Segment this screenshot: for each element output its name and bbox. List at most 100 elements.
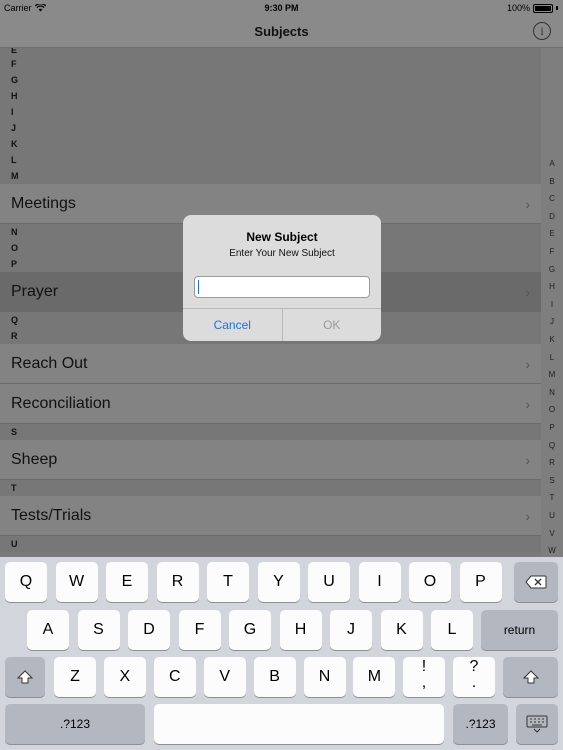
key-x[interactable]: X — [103, 657, 146, 697]
battery-icon — [533, 3, 553, 13]
section-header: U — [0, 536, 541, 552]
shift-icon — [522, 670, 539, 684]
return-key[interactable]: return — [481, 610, 558, 650]
key-h[interactable]: H — [279, 610, 322, 650]
index-letter[interactable]: E — [541, 229, 563, 238]
index-letter[interactable]: H — [541, 282, 563, 291]
table-row-label: Tests/Trials — [11, 507, 92, 524]
index-letter[interactable]: V — [541, 529, 563, 538]
navigation-bar: Subjects i — [0, 16, 563, 48]
table-row[interactable]: Sheep › — [0, 440, 541, 480]
index-letter[interactable]: R — [541, 458, 563, 467]
key-l[interactable]: L — [431, 610, 473, 650]
section-header: J — [0, 120, 541, 136]
section-header-label: J — [11, 123, 17, 133]
status-bar: Carrier 9:30 PM 100% — [0, 0, 563, 16]
section-index[interactable]: ABCDEFGHIJKLMNOPQRSTUVW — [541, 48, 563, 557]
chevron-right-icon: › — [525, 356, 530, 372]
section-header-label: S — [11, 427, 18, 437]
backspace-key[interactable] — [514, 562, 558, 602]
hide-keyboard-key[interactable] — [516, 704, 558, 744]
numbers-key-left[interactable]: .?123 — [5, 704, 145, 744]
exclamation-comma-key[interactable]: ! , — [403, 657, 445, 697]
chevron-right-icon: › — [525, 284, 530, 300]
index-letter[interactable]: B — [541, 177, 563, 186]
table-row[interactable]: Tests/Trials › — [0, 496, 541, 536]
index-letter[interactable]: L — [541, 353, 563, 362]
index-letter[interactable]: D — [541, 212, 563, 221]
index-letter[interactable]: S — [541, 476, 563, 485]
key-q[interactable]: Q — [5, 562, 47, 602]
index-letter[interactable]: P — [541, 423, 563, 432]
key-u[interactable]: U — [308, 562, 350, 602]
index-letter[interactable]: O — [541, 405, 563, 414]
index-letter[interactable]: J — [541, 317, 563, 326]
section-header: L — [0, 152, 541, 168]
key-p[interactable]: P — [459, 562, 502, 602]
section-header: E — [0, 48, 541, 56]
index-letter[interactable]: I — [541, 300, 563, 309]
key-b[interactable]: B — [253, 657, 296, 697]
index-letter[interactable]: G — [541, 265, 563, 274]
section-header: K — [0, 136, 541, 152]
battery-nub — [556, 6, 558, 10]
key-g[interactable]: G — [229, 610, 271, 650]
new-subject-input[interactable] — [194, 276, 370, 298]
ok-button[interactable]: OK — [283, 309, 382, 341]
section-header: I — [0, 104, 541, 120]
left-shift-key[interactable] — [5, 657, 45, 697]
alert-buttons: Cancel OK — [183, 308, 381, 341]
index-letter[interactable]: C — [541, 194, 563, 203]
alert-title: New Subject — [246, 230, 318, 244]
key-z[interactable]: Z — [54, 657, 96, 697]
key-w[interactable]: W — [55, 562, 98, 602]
status-right: 100% — [507, 3, 558, 13]
index-letter[interactable]: U — [541, 511, 563, 520]
cancel-button[interactable]: Cancel — [183, 309, 283, 341]
key-top-char: ? — [469, 658, 479, 675]
chevron-right-icon: › — [525, 196, 530, 212]
key-i[interactable]: I — [358, 562, 401, 602]
section-header-label: R — [11, 331, 18, 341]
key-t[interactable]: T — [207, 562, 249, 602]
section-header-label: T — [11, 483, 17, 493]
key-a[interactable]: A — [27, 610, 69, 650]
keyboard-dismiss-icon — [526, 715, 548, 733]
index-letter[interactable]: T — [541, 493, 563, 502]
key-m[interactable]: M — [353, 657, 396, 697]
key-s[interactable]: S — [77, 610, 120, 650]
index-letter[interactable]: W — [541, 546, 563, 555]
key-y[interactable]: Y — [257, 562, 300, 602]
index-letter[interactable]: N — [541, 388, 563, 397]
text-caret — [198, 280, 199, 294]
right-shift-key[interactable] — [503, 657, 558, 697]
key-r[interactable]: R — [156, 562, 199, 602]
key-d[interactable]: D — [128, 610, 170, 650]
index-letter[interactable]: A — [541, 159, 563, 168]
index-letter[interactable]: F — [541, 247, 563, 256]
info-icon[interactable]: i — [533, 22, 551, 40]
key-bottom-char: . — [471, 674, 477, 691]
section-header-label: N — [11, 227, 18, 237]
question-period-key[interactable]: ? . — [453, 657, 495, 697]
key-j[interactable]: J — [330, 610, 372, 650]
keyboard: return ! , ? . .?123 .?123 QWERTYUIOP ASD… — [0, 557, 563, 750]
index-letter[interactable]: K — [541, 335, 563, 344]
new-subject-alert: New Subject Enter Your New Subject Cance… — [183, 215, 381, 341]
index-letter[interactable]: Q — [541, 441, 563, 450]
numbers-key-right[interactable]: .?123 — [453, 704, 508, 744]
key-n[interactable]: N — [303, 657, 346, 697]
key-e[interactable]: E — [106, 562, 148, 602]
key-k[interactable]: K — [380, 610, 423, 650]
key-f[interactable]: F — [178, 610, 221, 650]
section-header-label: U — [11, 539, 18, 549]
key-v[interactable]: V — [203, 657, 246, 697]
section-header-label: H — [11, 91, 18, 101]
space-bar[interactable] — [154, 704, 444, 744]
key-c[interactable]: C — [153, 657, 196, 697]
table-row[interactable]: Reach Out › — [0, 344, 541, 384]
table-row[interactable]: Reconciliation › — [0, 384, 541, 424]
key-o[interactable]: O — [409, 562, 451, 602]
battery-percent: 100% — [506, 3, 530, 13]
index-letter[interactable]: M — [541, 370, 563, 379]
